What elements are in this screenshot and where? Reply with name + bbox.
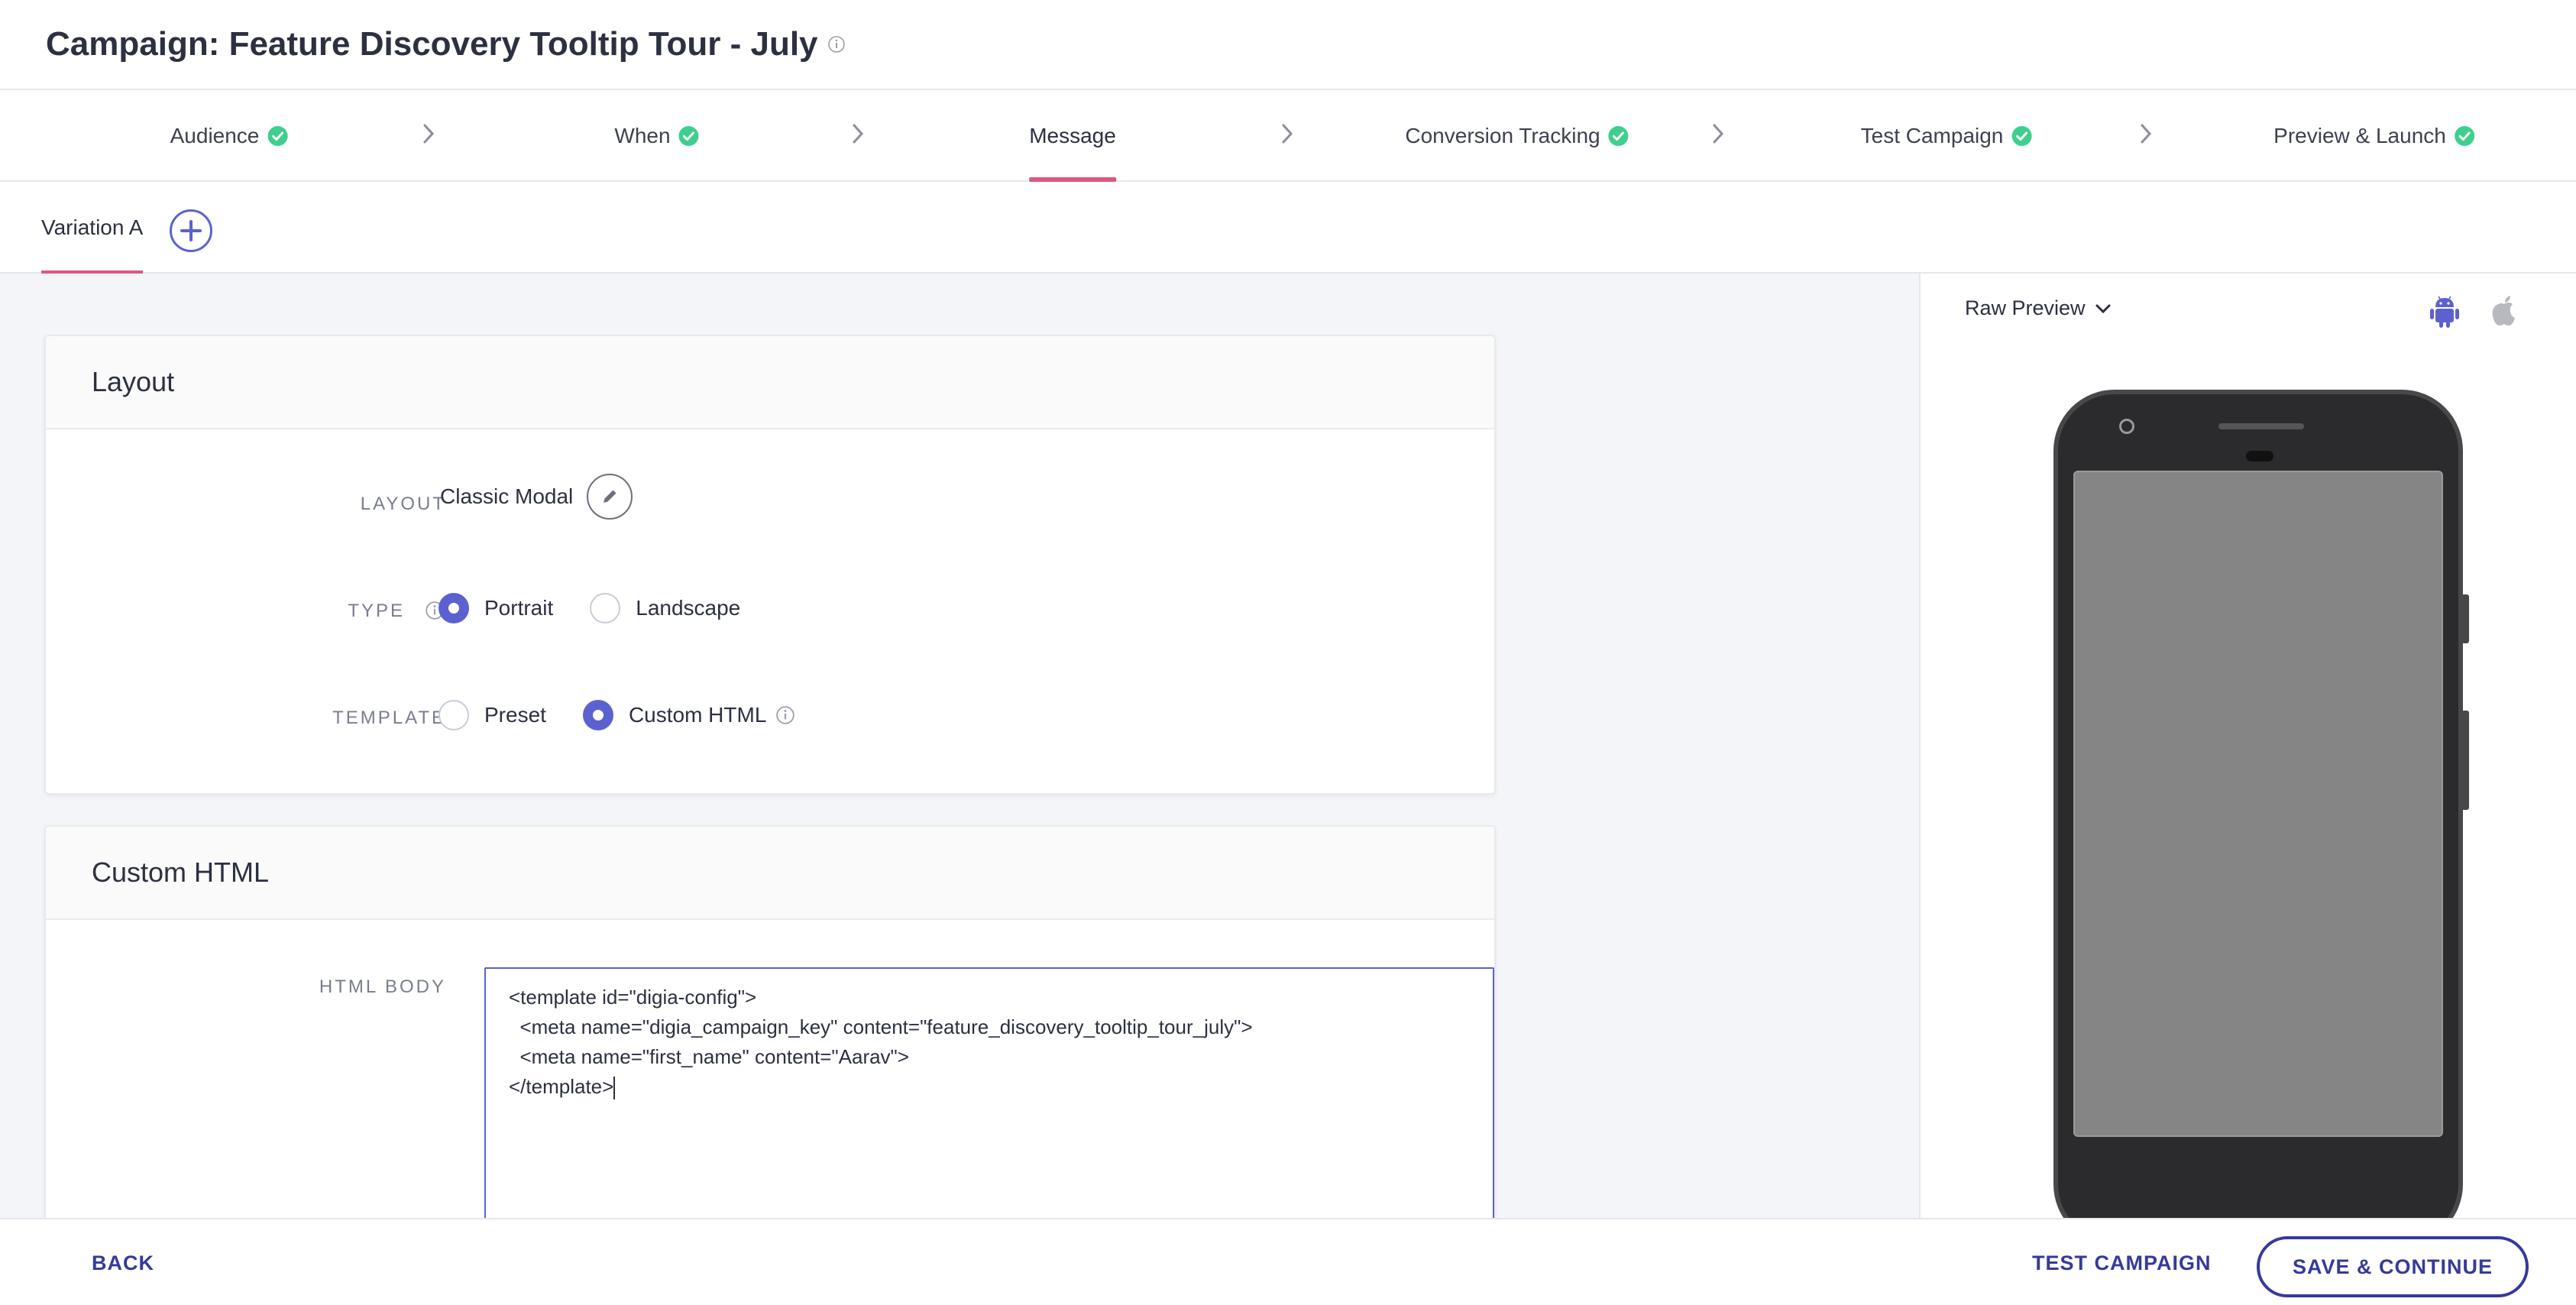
code-line: <meta name="first_name" content="Aarav"> xyxy=(509,1045,909,1068)
step-when[interactable]: When xyxy=(614,90,699,182)
template-label: TEMPLATE xyxy=(332,708,446,728)
step-label: Test Campaign xyxy=(1860,124,2004,147)
apple-icon[interactable] xyxy=(2489,293,2519,329)
step-label: Audience xyxy=(170,124,260,147)
camera-icon xyxy=(2119,419,2134,434)
step-preview-launch[interactable]: Preview & Launch xyxy=(2273,90,2475,182)
landscape-radio[interactable] xyxy=(590,593,621,623)
card-title: Custom HTML xyxy=(46,827,1494,920)
portrait-label: Portrait xyxy=(484,596,554,620)
test-campaign-button[interactable]: TEST CAMPAIGN xyxy=(2032,1219,2212,1305)
check-circle-icon xyxy=(267,126,288,146)
type-label: TYPE xyxy=(348,601,405,621)
preview-panel: Raw Preview xyxy=(1919,274,2576,1218)
layout-card: Layout LAYOUT Classic Modal TYPE Portrai… xyxy=(44,335,1496,795)
variation-tabs: Variation A xyxy=(0,182,2576,275)
phone-screen xyxy=(2073,471,2443,1137)
layout-value: Classic Modal xyxy=(440,484,574,508)
portrait-radio[interactable] xyxy=(439,593,469,623)
chevron-down-icon xyxy=(2095,304,2111,313)
step-conversion-tracking[interactable]: Conversion Tracking xyxy=(1405,90,1629,182)
page-title: Campaign: Feature Discovery Tooltip Tour… xyxy=(46,25,818,63)
code-text: </template> xyxy=(509,1075,614,1098)
save-continue-button[interactable]: SAVE & CONTINUE xyxy=(2257,1236,2529,1297)
editor-area: Layout LAYOUT Classic Modal TYPE Portrai… xyxy=(0,274,1919,1218)
footer-bar: BACK TEST CAMPAIGN SAVE & CONTINUE xyxy=(0,1218,2576,1305)
card-title: Layout xyxy=(46,336,1494,429)
text-cursor xyxy=(613,1077,616,1100)
layout-row: Classic Modal xyxy=(440,474,633,520)
step-audience[interactable]: Audience xyxy=(170,90,289,182)
html-body-label: HTML BODY xyxy=(319,976,446,997)
chevron-right-icon xyxy=(853,124,864,144)
phone-side-button xyxy=(2461,711,2469,810)
phone-mockup xyxy=(2053,390,2469,1218)
phone-sensor xyxy=(2246,451,2273,461)
edit-layout-button[interactable] xyxy=(587,474,633,520)
preview-mode-label: Raw Preview xyxy=(1965,296,2086,319)
step-label: Conversion Tracking xyxy=(1405,124,1600,147)
code-line: <meta name="digia_campaign_key" content=… xyxy=(509,1015,1253,1038)
preview-mode-dropdown[interactable]: Raw Preview xyxy=(1965,296,2112,320)
android-icon[interactable] xyxy=(2429,293,2460,329)
chevron-right-icon xyxy=(2141,124,2152,144)
tab-label: Variation A xyxy=(41,215,144,239)
step-label: Preview & Launch xyxy=(2273,124,2446,147)
custom-html-label: Custom HTML xyxy=(628,703,767,727)
tab-variation-a[interactable]: Variation A xyxy=(41,182,144,275)
layout-label: LAYOUT xyxy=(360,494,446,514)
check-circle-icon xyxy=(2011,126,2032,146)
check-circle-icon xyxy=(1608,126,1629,146)
chevron-right-icon xyxy=(1713,124,1724,144)
add-variation-button[interactable] xyxy=(170,209,212,252)
step-test-campaign[interactable]: Test Campaign xyxy=(1861,90,2033,182)
plus-icon xyxy=(180,220,202,241)
back-button[interactable]: BACK xyxy=(92,1219,154,1305)
code-line: <template id="digia-config"> xyxy=(509,986,757,1009)
check-circle-icon xyxy=(678,126,699,146)
page-header: Campaign: Feature Discovery Tooltip Tour… xyxy=(0,0,2576,90)
chevron-right-icon xyxy=(423,124,435,144)
type-row: Portrait Landscape xyxy=(439,593,740,623)
check-circle-icon xyxy=(2454,126,2474,146)
preset-radio[interactable] xyxy=(439,700,469,730)
step-label: When xyxy=(614,124,671,147)
step-message[interactable]: Message xyxy=(1029,90,1116,182)
info-icon[interactable] xyxy=(827,35,846,53)
phone-side-button xyxy=(2461,594,2469,643)
landscape-label: Landscape xyxy=(636,596,741,620)
code-line-last: </template> xyxy=(509,1072,1470,1102)
info-icon[interactable] xyxy=(775,705,795,725)
custom-html-radio[interactable] xyxy=(582,700,613,730)
speaker-grille xyxy=(2218,423,2304,429)
html-body-editor[interactable]: <template id="digia-config"> <meta name=… xyxy=(484,967,1494,1218)
step-label: Message xyxy=(1029,124,1116,147)
template-row: Preset Custom HTML xyxy=(439,700,795,730)
chevron-right-icon xyxy=(1282,124,1293,144)
custom-html-card: Custom HTML HTML BODY <template id="digi… xyxy=(44,825,1496,1218)
pencil-icon xyxy=(604,490,616,503)
preset-label: Preset xyxy=(484,703,546,727)
